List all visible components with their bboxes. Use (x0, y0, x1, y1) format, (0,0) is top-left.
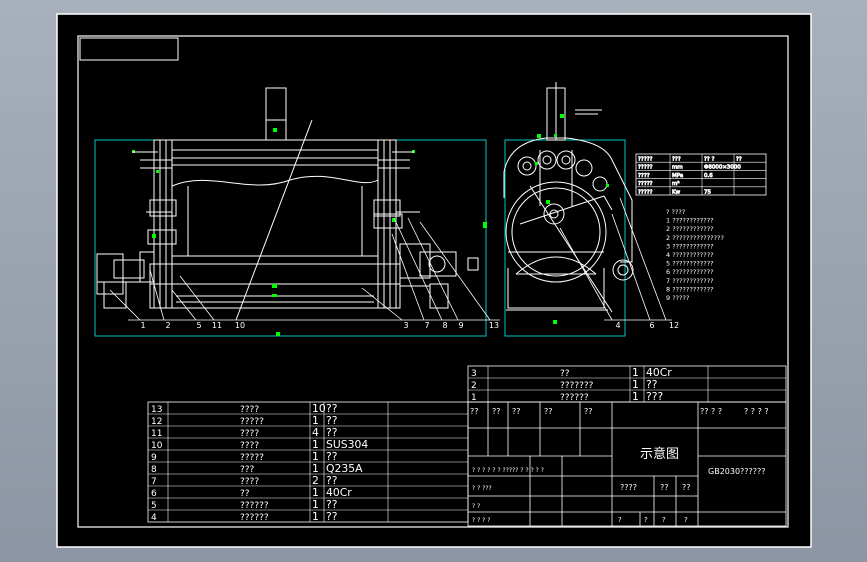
front-balloon-8: 8 (442, 321, 447, 330)
spec-cell-4-2: 75 (704, 189, 711, 195)
parts_list_lower-row-0-name: ???? (240, 405, 259, 415)
front-balloon-11: 11 (212, 321, 222, 330)
header-cell-6: ? ? ? ? (744, 407, 769, 416)
scale-cell-0: ???? (620, 483, 637, 492)
parts_list_lower-row-7-no: 6 (151, 489, 157, 499)
parts_list_lower-row-2-name: ???? (240, 429, 259, 439)
bottom-cell-1: ? (644, 516, 648, 524)
tech-note-0: ? ???? (666, 208, 685, 216)
header-cell-3: ?? (544, 407, 553, 416)
spec-cell-2-2: 0.6 (704, 173, 713, 179)
cad-drawing-canvas[interactable]: 1 2 5 11 10 3 7 8 9 13 4 6 12 ????? ??? … (0, 0, 867, 562)
parts_list_upper-row-0-name: ?? (560, 369, 570, 379)
spec-cell-3-0: ????? (638, 181, 653, 187)
front-balloon-1: 1 (140, 321, 145, 330)
bottom-cell-0: ? (618, 516, 622, 524)
parts_list_lower-row-4-name: ????? (240, 453, 264, 463)
parts_list_upper-row-1-no: 2 (471, 381, 477, 391)
parts_list_upper-row-2-material: ??? (646, 390, 663, 403)
parts_list_upper-row-0-no: 3 (471, 369, 477, 379)
spec-cell-3-1: m² (672, 180, 680, 187)
front-balloon-2: 2 (165, 321, 170, 330)
tech-note-4: 3 ???????????? (666, 242, 714, 250)
spec-cell-2-0: ???? (638, 173, 650, 179)
title-row-label-1: ? ? ??? (472, 485, 492, 492)
header-cell-1: ?? (492, 407, 501, 416)
tech-note-5: 4 ???????????? (666, 251, 714, 259)
tech-note-8: 7 ???????????? (666, 277, 714, 285)
spec-cell-1-1: mm (672, 165, 683, 171)
scale-cell-1: ?? (660, 483, 669, 492)
front-balloon-9: 9 (458, 321, 463, 330)
spec-cell-0-2: ?? ? (704, 157, 715, 163)
parts_list_lower-row-9-no: 4 (151, 513, 157, 523)
parts_list_lower-row-5-name: ??? (240, 465, 255, 475)
bottom-cell-3: ? (684, 516, 688, 524)
spec-cell-1-0: ????? (638, 165, 653, 171)
front-balloon-5: 5 (196, 321, 201, 330)
cad-viewport: 1 2 5 11 10 3 7 8 9 13 4 6 12 ????? ??? … (0, 0, 867, 562)
parts_list_lower-row-8-name: ?????? (240, 501, 269, 511)
scale-cell-2: ?? (682, 483, 691, 492)
parts_list_lower-row-2-no: 11 (151, 429, 162, 439)
parts_list_upper-row-2-name: ?????? (560, 393, 589, 403)
spec-cell-0-3: ?? (736, 157, 742, 163)
spec-cell-1-2: Φ8000×3000 (704, 165, 741, 171)
tech-note-7: 6 ???????????? (666, 268, 714, 276)
front-balloon-3: 3 (403, 321, 408, 330)
tech-note-9: 8 ???????????? (666, 285, 714, 293)
drawing-title: 示意图 (640, 446, 679, 462)
parts_list_lower-row-9-name: ?????? (240, 513, 269, 523)
parts_list_lower-row-3-name: ???? (240, 441, 259, 451)
spec-cell-2-1: MPa (672, 173, 683, 179)
drawing-number: GB2030?????? (708, 467, 766, 476)
spec-cell-0-1: ??? (672, 157, 681, 163)
parts_list_upper-row-2-no: 1 (471, 393, 477, 403)
title-row-label-3: ? ? ? ? (472, 517, 490, 524)
parts_list_upper-row-2-qty: 1 (632, 390, 639, 403)
header-cell-4: ?? (584, 407, 593, 416)
parts_list_lower-row-5-no: 8 (151, 465, 157, 475)
parts_list_lower-row-6-no: 7 (151, 477, 157, 487)
parts_list_lower-row-4-no: 9 (151, 453, 157, 463)
spec-cell-4-0: ????? (638, 189, 653, 195)
parts_list_lower-row-1-name: ????? (240, 417, 264, 427)
header-cell-5: ?? ? ? (700, 407, 722, 416)
parts_list_upper-row-1-name: ??????? (560, 381, 594, 391)
parts_list_lower-row-0-no: 13 (151, 405, 162, 415)
parts_list_lower-row-8-no: 5 (151, 501, 157, 511)
parts_list_lower-row-9-qty: 1 (312, 510, 319, 523)
title-row-label-0: ? ? ? ? ? ? ????? ? ? ? ? ? (472, 467, 544, 474)
parts_list_lower-row-3-no: 10 (151, 441, 163, 451)
header-cell-2: ?? (512, 407, 521, 416)
parts_list_lower-row-7-name: ?? (240, 489, 250, 499)
parts_list_lower-row-6-name: ???? (240, 477, 259, 487)
side-balloon-6: 6 (649, 321, 654, 330)
spec-cell-4-1: Kw (672, 189, 681, 195)
parts_list_lower-row-9-material: ?? (326, 510, 337, 523)
tech-note-6: 5 ???????????? (666, 260, 714, 268)
side-balloon-12: 12 (669, 321, 679, 330)
front-balloon-10: 10 (235, 321, 245, 330)
tech-note-10: 9 ????? (666, 294, 689, 302)
side-balloon-4: 4 (615, 321, 620, 330)
tech-note-1: 1 ???????????? (666, 217, 714, 225)
tech-note-3: 2 ??????????????? (666, 234, 724, 242)
header-cell-0: ?? (470, 407, 479, 416)
parts_list_lower-row-1-no: 12 (151, 417, 162, 427)
spec-cell-0-0: ????? (638, 157, 653, 163)
front-balloon-13: 13 (489, 321, 499, 330)
front-balloon-7: 7 (424, 321, 429, 330)
title-row-label-2: ? ? (472, 503, 480, 510)
tech-note-2: 2 ???????????? (666, 225, 714, 233)
bottom-cell-2: ? (662, 516, 666, 524)
